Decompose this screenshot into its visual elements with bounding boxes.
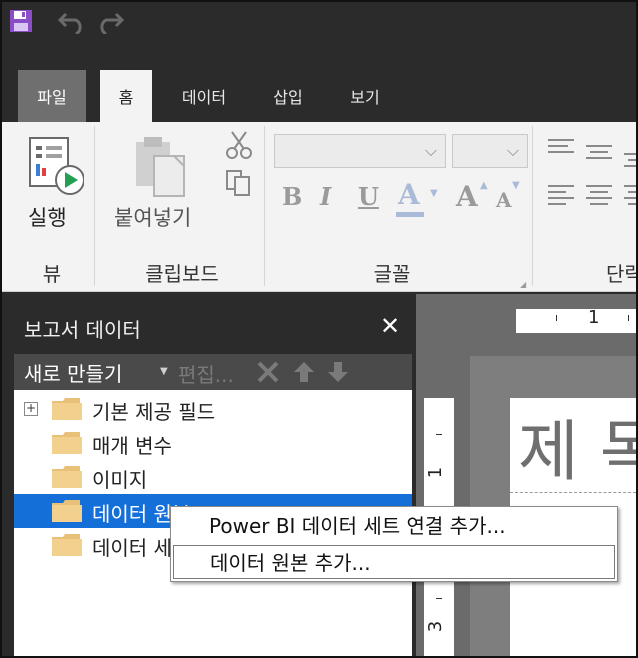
- group-label-paragraph: 단락: [606, 262, 636, 286]
- tree-item-label: 매개 변수: [92, 434, 172, 458]
- move-up-icon[interactable]: [292, 360, 316, 384]
- folder-icon: [52, 500, 82, 522]
- close-icon[interactable]: ✕: [380, 312, 400, 340]
- context-menu: Power BI 데이터 세트 연결 추가... 데이터 원본 추가...: [170, 506, 618, 582]
- ruler-tick: [628, 315, 629, 321]
- tree-item-parameters[interactable]: 매개 변수: [14, 426, 412, 460]
- font-color-button[interactable]: A: [398, 178, 420, 211]
- paste-button[interactable]: 붙여넣기: [110, 130, 210, 234]
- ruler-mark: 3: [425, 620, 447, 633]
- font-family-combo[interactable]: ⌵: [274, 134, 446, 168]
- tab-data[interactable]: 데이터: [166, 70, 242, 122]
- tab-insert[interactable]: 삽입: [256, 70, 320, 122]
- tab-file[interactable]: 파일: [18, 70, 86, 122]
- panel-title: 보고서 데이터: [24, 318, 141, 342]
- ruler-tick: [556, 315, 557, 321]
- expand-icon[interactable]: +: [24, 402, 38, 416]
- tree-item-label: 기본 제공 필드: [92, 400, 216, 424]
- ribbon-tabs: 파일 홈 데이터 삽입 보기: [2, 70, 636, 122]
- underline-button[interactable]: U: [358, 182, 379, 211]
- tab-home[interactable]: 홈: [100, 70, 152, 122]
- menu-item-add-data-source[interactable]: 데이터 원본 추가...: [173, 545, 615, 579]
- title-bar: [2, 2, 636, 70]
- ribbon: 실행 붙여넣기 ⌵ ⌵ B I U A ▼ A ▲ A ▼ ◢ 뷰 클립보드 글…: [2, 122, 636, 292]
- group-separator: [94, 126, 95, 286]
- align-right-icon[interactable]: [622, 182, 636, 208]
- cut-icon[interactable]: [224, 130, 254, 160]
- shrink-arrow-icon: ▼: [512, 180, 520, 191]
- tree-item-label: 이미지: [92, 468, 148, 492]
- group-separator: [532, 126, 533, 286]
- align-top-left-icon[interactable]: [546, 136, 576, 162]
- font-size-combo[interactable]: ⌵: [452, 134, 528, 168]
- design-canvas[interactable]: 1 1 3 제 목: [416, 294, 636, 656]
- edit-button[interactable]: 편집...: [178, 359, 234, 388]
- chevron-down-icon[interactable]: ▼: [160, 366, 168, 377]
- ruler-mark: 1: [425, 466, 447, 479]
- redo-icon[interactable]: [94, 8, 124, 34]
- bold-button[interactable]: B: [282, 182, 302, 211]
- run-report-icon: [29, 137, 84, 195]
- new-button[interactable]: 새로 만들기: [24, 358, 122, 387]
- ruler-mark: 1: [588, 307, 600, 328]
- run-button[interactable]: 실행: [20, 130, 84, 234]
- report-data-panel: 보고서 데이터 ✕ 새로 만들기 ▼ 편집... + 기본 제공 필드 매개 변…: [2, 294, 414, 656]
- move-down-icon[interactable]: [326, 360, 350, 384]
- group-label-clipboard: 클립보드: [145, 262, 219, 286]
- chevron-down-icon[interactable]: ▼: [430, 188, 438, 199]
- menu-item-add-powerbi-dataset[interactable]: Power BI 데이터 세트 연결 추가...: [173, 509, 615, 543]
- horizontal-ruler: 1: [516, 307, 636, 333]
- italic-button[interactable]: I: [320, 182, 331, 211]
- group-label-font: 글꼴: [373, 262, 411, 286]
- title-divider: [510, 492, 636, 493]
- chevron-down-icon: ⌵: [506, 141, 519, 160]
- tree-item-images[interactable]: 이미지: [14, 460, 412, 494]
- panel-toolbar: 새로 만들기 ▼ 편집...: [14, 354, 412, 390]
- align-center-icon[interactable]: [584, 182, 614, 208]
- undo-icon[interactable]: [58, 8, 88, 34]
- paste-icon: [136, 137, 185, 197]
- align-top-right-icon[interactable]: [622, 150, 636, 176]
- font-dialog-launcher-icon[interactable]: ◢: [520, 280, 526, 289]
- folder-icon: [52, 534, 82, 556]
- save-icon[interactable]: [6, 8, 36, 34]
- folder-icon: [52, 466, 82, 488]
- shrink-font-button[interactable]: A: [496, 188, 512, 212]
- ruler-tick: [436, 434, 442, 435]
- delete-icon[interactable]: [256, 360, 280, 384]
- tab-view[interactable]: 보기: [332, 70, 398, 122]
- folder-icon: [52, 432, 82, 454]
- group-label-view: 뷰: [42, 262, 62, 286]
- chevron-down-icon: ⌵: [424, 141, 437, 160]
- align-top-center-icon[interactable]: [584, 142, 614, 168]
- run-label: 실행: [28, 206, 67, 230]
- grow-arrow-icon: ▲: [480, 180, 488, 191]
- align-left-icon[interactable]: [546, 182, 576, 208]
- ruler-tick: [436, 598, 442, 599]
- paste-label: 붙여넣기: [114, 206, 192, 230]
- tree-item-built-in-fields[interactable]: + 기본 제공 필드: [14, 392, 412, 426]
- font-color-bar: [396, 212, 424, 217]
- folder-icon: [52, 398, 82, 420]
- group-separator: [264, 126, 265, 286]
- report-title-textbox[interactable]: 제 목: [518, 398, 636, 494]
- copy-icon[interactable]: [224, 168, 254, 198]
- grow-font-button[interactable]: A: [456, 180, 478, 213]
